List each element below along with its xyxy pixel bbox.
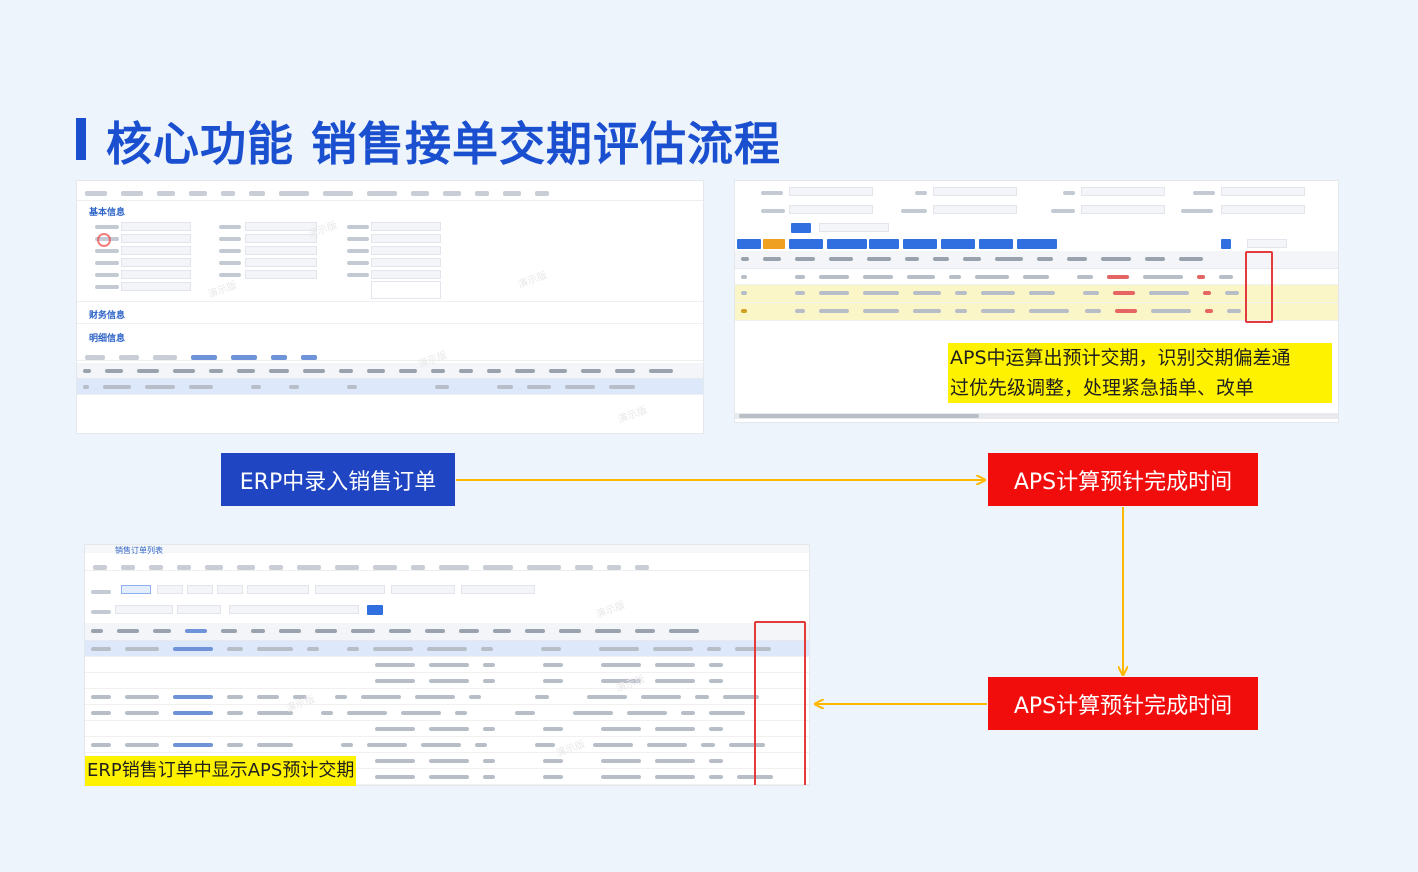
flow-arrows [456,0,1418,872]
